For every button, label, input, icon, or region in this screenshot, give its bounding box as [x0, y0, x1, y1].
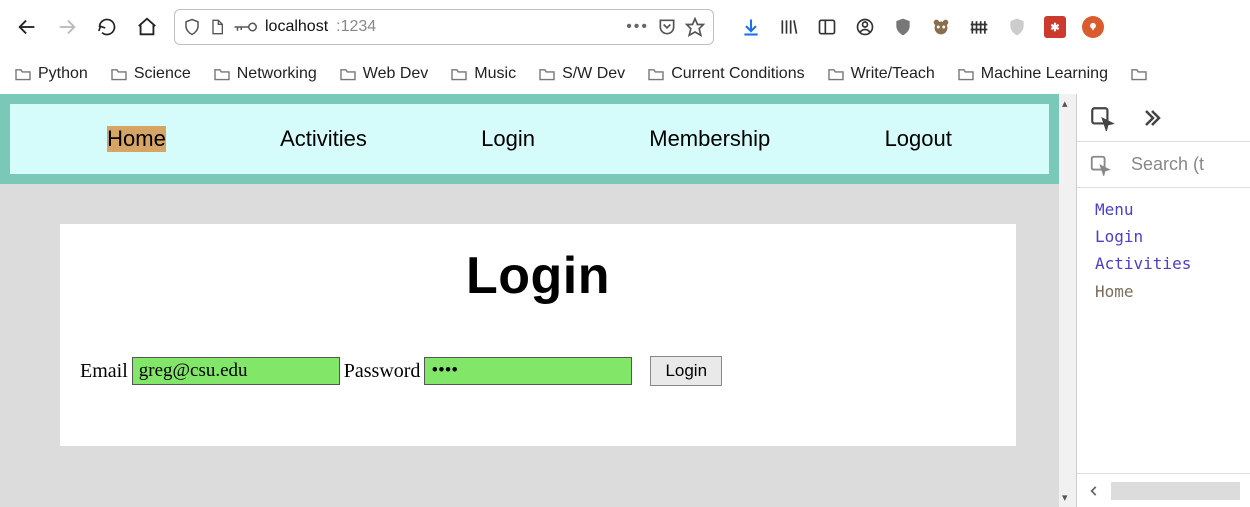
shield-icon: [183, 18, 201, 36]
page-nav: Home Activities Login Membership Logout: [10, 104, 1049, 174]
home-button[interactable]: [128, 8, 166, 46]
folder-icon: [450, 67, 468, 81]
bookmark-python[interactable]: Python: [14, 65, 88, 83]
key-icon: [233, 20, 257, 34]
login-button[interactable]: Login: [650, 356, 722, 386]
more-tools-icon[interactable]: [1139, 106, 1163, 130]
chevron-left-icon[interactable]: [1087, 484, 1101, 498]
reload-button[interactable]: [88, 8, 126, 46]
forward-button[interactable]: [48, 8, 86, 46]
folder-icon: [14, 67, 32, 81]
tree-home[interactable]: Home: [1095, 278, 1232, 305]
download-icon[interactable]: [740, 16, 762, 38]
pocket-icon[interactable]: [657, 17, 677, 37]
home-icon: [136, 16, 158, 38]
tree-login[interactable]: Login: [1095, 223, 1232, 250]
extension-icon-b[interactable]: ✱: [1044, 16, 1066, 38]
url-host: localhost: [265, 18, 328, 36]
ublock-icon[interactable]: [892, 16, 914, 38]
bookmark-conditions[interactable]: Current Conditions: [647, 65, 804, 83]
fence-icon[interactable]: [968, 16, 990, 38]
library-icon[interactable]: [778, 16, 800, 38]
bookmark-ml[interactable]: Machine Learning: [957, 65, 1108, 83]
folder-icon: [827, 67, 845, 81]
star-icon[interactable]: [685, 17, 705, 37]
nav-activities[interactable]: Activities: [280, 126, 367, 152]
back-button[interactable]: [8, 8, 46, 46]
folder-icon: [110, 67, 128, 81]
bookmark-webdev[interactable]: Web Dev: [339, 65, 429, 83]
devtools-toolbar: [1077, 94, 1250, 142]
url-bar[interactable]: localhost :1234 •••: [174, 9, 714, 45]
nav-login[interactable]: Login: [481, 126, 535, 152]
tree-menu[interactable]: Menu: [1095, 196, 1232, 223]
arrow-right-icon: [56, 16, 78, 38]
devtools-search-placeholder: Search (t: [1131, 154, 1204, 175]
folder-icon: [647, 67, 665, 81]
page-actions-icon[interactable]: •••: [626, 18, 649, 36]
nav-home[interactable]: Home: [107, 126, 166, 152]
component-tree[interactable]: Menu Login Activities Home: [1077, 188, 1250, 313]
nav-logout[interactable]: Logout: [885, 126, 952, 152]
folder-icon: [957, 67, 975, 81]
page-title: Login: [80, 246, 996, 306]
folder-icon: [538, 67, 556, 81]
page-nav-container: Home Activities Login Membership Logout: [0, 94, 1059, 184]
folder-icon: [1130, 67, 1148, 81]
bookmark-swdev[interactable]: S/W Dev: [538, 65, 625, 83]
toolbar-right: ✱: [740, 16, 1104, 38]
arrow-left-icon: [16, 16, 38, 38]
login-form: Email Password Login: [80, 356, 996, 386]
devtools-footer-bar: [1111, 482, 1240, 500]
devtools-panel: Search (t Menu Login Activities Home: [1076, 94, 1250, 507]
bookmark-music[interactable]: Music: [450, 65, 516, 83]
folder-icon: [213, 67, 231, 81]
nav-membership[interactable]: Membership: [649, 126, 770, 152]
devtools-search[interactable]: Search (t: [1077, 142, 1250, 188]
password-field[interactable]: [424, 357, 632, 385]
greasemonkey-icon[interactable]: [930, 16, 952, 38]
bookmark-more[interactable]: [1130, 67, 1148, 81]
bookmarks-bar: Python Science Networking Web Dev Music …: [0, 54, 1250, 94]
reload-icon: [97, 17, 117, 37]
page-scrollbar[interactable]: [1059, 94, 1076, 507]
tree-activities[interactable]: Activities: [1095, 250, 1232, 277]
url-port: :1234: [336, 18, 376, 36]
email-field[interactable]: [132, 357, 340, 385]
bookmark-writeteach[interactable]: Write/Teach: [827, 65, 935, 83]
folder-icon: [339, 67, 357, 81]
sidebar-icon[interactable]: [816, 16, 838, 38]
login-card: Login Email Password Login: [60, 224, 1016, 446]
extension-icon-a[interactable]: [1006, 16, 1028, 38]
email-label: Email: [80, 360, 128, 383]
page-icon: [209, 18, 225, 36]
duckduckgo-icon[interactable]: [1082, 16, 1104, 38]
devtools-footer: [1077, 473, 1250, 507]
password-label: Password: [344, 360, 421, 383]
bookmark-science[interactable]: Science: [110, 65, 191, 83]
inspector-small-icon: [1089, 154, 1111, 176]
bookmark-networking[interactable]: Networking: [213, 65, 317, 83]
page-viewport: Home Activities Login Membership Logout …: [0, 94, 1076, 507]
browser-toolbar: localhost :1234 ••• ✱: [0, 0, 1250, 54]
account-icon[interactable]: [854, 16, 876, 38]
inspector-icon[interactable]: [1089, 105, 1115, 131]
